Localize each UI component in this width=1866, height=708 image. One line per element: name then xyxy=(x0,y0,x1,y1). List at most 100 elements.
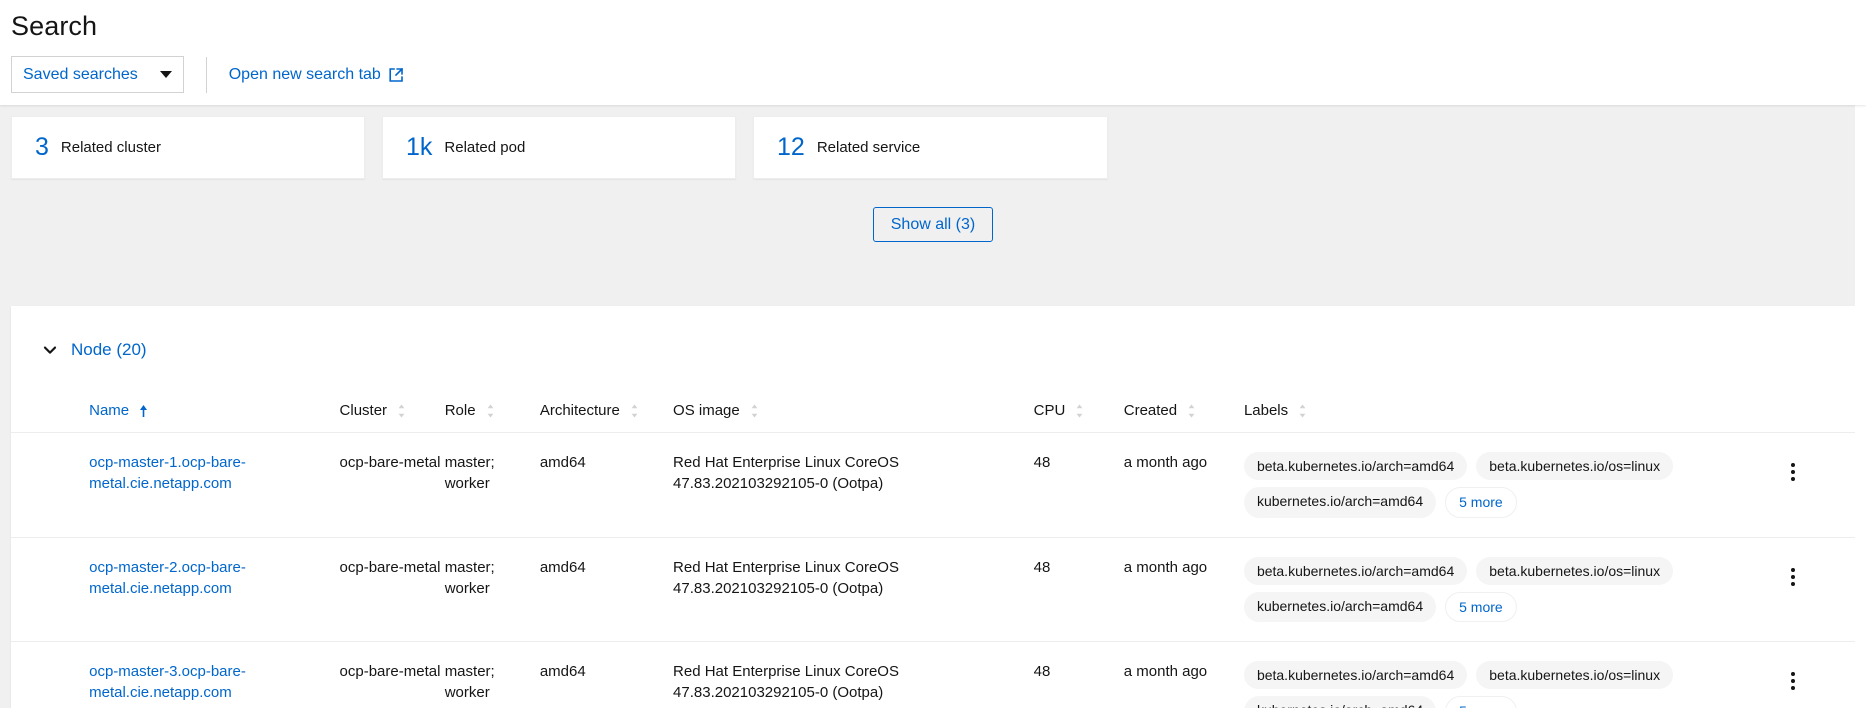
show-all-button[interactable]: Show all (3) xyxy=(873,207,993,242)
node-name-link[interactable]: ocp-master-3.ocp-bare-metal.cie.netapp.c… xyxy=(89,663,246,701)
related-service-card[interactable]: 12 Related service xyxy=(753,116,1108,179)
cell-name: ocp-master-2.ocp-bare-metal.cie.netapp.c… xyxy=(89,537,339,642)
node-name-link[interactable]: ocp-master-2.ocp-bare-metal.cie.netapp.c… xyxy=(89,559,246,597)
page-title: Search xyxy=(0,0,1866,46)
cell-architecture: amd64 xyxy=(540,642,673,708)
label-chip: beta.kubernetes.io/arch=amd64 xyxy=(1244,452,1467,480)
cell-created: a month ago xyxy=(1124,537,1244,642)
label-chip: beta.kubernetes.io/os=linux xyxy=(1476,557,1673,585)
cell-role: master; worker xyxy=(445,642,540,708)
cell-os-image: Red Hat Enterprise Linux CoreOS 47.83.20… xyxy=(673,537,1034,642)
chevron-down-icon xyxy=(43,343,57,357)
label-chip-list: beta.kubernetes.io/arch=amd64 beta.kuber… xyxy=(1244,557,1754,623)
column-header-created[interactable]: Created xyxy=(1124,402,1244,433)
column-label-architecture: Architecture xyxy=(540,402,620,419)
column-header-labels[interactable]: Labels xyxy=(1244,402,1785,433)
label-chip: kubernetes.io/arch=amd64 xyxy=(1244,487,1436,517)
cell-created: a month ago xyxy=(1124,642,1244,708)
related-pod-card[interactable]: 1k Related pod xyxy=(382,116,736,179)
results-panel: Node (20) Name xyxy=(11,306,1855,708)
saved-searches-dropdown[interactable]: Saved searches xyxy=(11,56,184,93)
cell-actions xyxy=(1785,537,1855,642)
label-chip: beta.kubernetes.io/arch=amd64 xyxy=(1244,557,1467,585)
external-link-icon xyxy=(388,67,404,83)
table-head: Name Cluster xyxy=(11,402,1855,433)
row-spacer xyxy=(11,642,89,708)
column-header-os-image[interactable]: OS image xyxy=(673,402,1034,433)
label-chip: beta.kubernetes.io/arch=amd64 xyxy=(1244,661,1467,689)
cell-labels: beta.kubernetes.io/arch=amd64 beta.kuber… xyxy=(1244,433,1785,538)
cell-role: master; worker xyxy=(445,433,540,538)
sort-none-icon xyxy=(396,403,407,419)
cell-cluster: ocp-bare-metal xyxy=(340,433,445,538)
related-service-label: Related service xyxy=(817,139,920,156)
label-chip-list: beta.kubernetes.io/arch=amd64 beta.kuber… xyxy=(1244,661,1754,708)
related-cards: 3 Related cluster 1k Related pod 12 Rela… xyxy=(0,116,1866,179)
table-header-row: Name Cluster xyxy=(11,402,1855,433)
table-row: ocp-master-3.ocp-bare-metal.cie.netapp.c… xyxy=(11,642,1855,708)
cell-role: master; worker xyxy=(445,537,540,642)
column-label-os-image: OS image xyxy=(673,402,740,419)
node-results-table: Name Cluster xyxy=(11,402,1855,708)
cell-labels: beta.kubernetes.io/arch=amd64 beta.kuber… xyxy=(1244,642,1785,708)
saved-searches-label: Saved searches xyxy=(23,66,138,84)
column-header-cpu[interactable]: CPU xyxy=(1034,402,1124,433)
sort-asc-icon xyxy=(138,403,149,419)
related-resources-band: 3 Related cluster 1k Related pod 12 Rela… xyxy=(0,105,1866,298)
show-all-wrapper: Show all (3) xyxy=(0,179,1866,242)
cell-actions xyxy=(1785,642,1855,708)
node-accordion-title: Node (20) xyxy=(71,340,147,360)
chevron-down-icon xyxy=(160,71,172,78)
cell-cluster: ocp-bare-metal xyxy=(340,537,445,642)
column-label-cpu: CPU xyxy=(1034,402,1066,419)
toolbar-divider xyxy=(206,57,207,93)
sort-none-icon xyxy=(485,403,496,419)
sort-none-icon xyxy=(629,403,640,419)
related-cluster-count: 3 xyxy=(35,135,49,160)
related-pod-label: Related pod xyxy=(444,139,525,156)
cell-name: ocp-master-3.ocp-bare-metal.cie.netapp.c… xyxy=(89,642,339,708)
column-header-cluster[interactable]: Cluster xyxy=(340,402,445,433)
header-spacer xyxy=(11,402,89,433)
related-cluster-card[interactable]: 3 Related cluster xyxy=(11,116,365,179)
label-chip: kubernetes.io/arch=amd64 xyxy=(1244,592,1436,622)
column-label-labels: Labels xyxy=(1244,402,1288,419)
sort-none-icon xyxy=(1297,403,1308,419)
label-chip-list: beta.kubernetes.io/arch=amd64 beta.kuber… xyxy=(1244,452,1754,518)
label-chip: beta.kubernetes.io/os=linux xyxy=(1476,452,1673,480)
label-chip: beta.kubernetes.io/os=linux xyxy=(1476,661,1673,689)
cell-cpu: 48 xyxy=(1034,642,1124,708)
row-spacer xyxy=(11,433,89,538)
cell-cpu: 48 xyxy=(1034,433,1124,538)
row-actions-kebab-icon[interactable] xyxy=(1785,668,1801,694)
cell-created: a month ago xyxy=(1124,433,1244,538)
labels-more-link[interactable]: 5 more xyxy=(1445,696,1517,708)
column-label-cluster: Cluster xyxy=(340,402,388,419)
cell-name: ocp-master-1.ocp-bare-metal.cie.netapp.c… xyxy=(89,433,339,538)
labels-more-link[interactable]: 5 more xyxy=(1445,592,1517,622)
open-new-search-tab-link[interactable]: Open new search tab xyxy=(229,66,404,84)
sort-none-icon xyxy=(1186,403,1197,419)
cell-actions xyxy=(1785,433,1855,538)
page-scrollbar-gutter[interactable] xyxy=(1855,105,1866,708)
column-label-created: Created xyxy=(1124,402,1177,419)
cell-cpu: 48 xyxy=(1034,537,1124,642)
search-toolbar: Saved searches Open new search tab xyxy=(0,46,1866,98)
column-label-role: Role xyxy=(445,402,476,419)
cell-os-image: Red Hat Enterprise Linux CoreOS 47.83.20… xyxy=(673,642,1034,708)
table-body: ocp-master-1.ocp-bare-metal.cie.netapp.c… xyxy=(11,433,1855,708)
node-accordion-toggle[interactable]: Node (20) xyxy=(11,306,1855,360)
row-actions-kebab-icon[interactable] xyxy=(1785,564,1801,590)
row-spacer xyxy=(11,537,89,642)
label-chip: kubernetes.io/arch=amd64 xyxy=(1244,696,1436,708)
related-pod-count: 1k xyxy=(406,135,432,160)
table-row: ocp-master-1.ocp-bare-metal.cie.netapp.c… xyxy=(11,433,1855,538)
node-name-link[interactable]: ocp-master-1.ocp-bare-metal.cie.netapp.c… xyxy=(89,454,246,492)
cell-labels: beta.kubernetes.io/arch=amd64 beta.kuber… xyxy=(1244,537,1785,642)
row-actions-kebab-icon[interactable] xyxy=(1785,459,1801,485)
column-header-name[interactable]: Name xyxy=(89,402,339,433)
column-header-role[interactable]: Role xyxy=(445,402,540,433)
cell-cluster: ocp-bare-metal xyxy=(340,642,445,708)
labels-more-link[interactable]: 5 more xyxy=(1445,487,1517,517)
column-header-architecture[interactable]: Architecture xyxy=(540,402,673,433)
